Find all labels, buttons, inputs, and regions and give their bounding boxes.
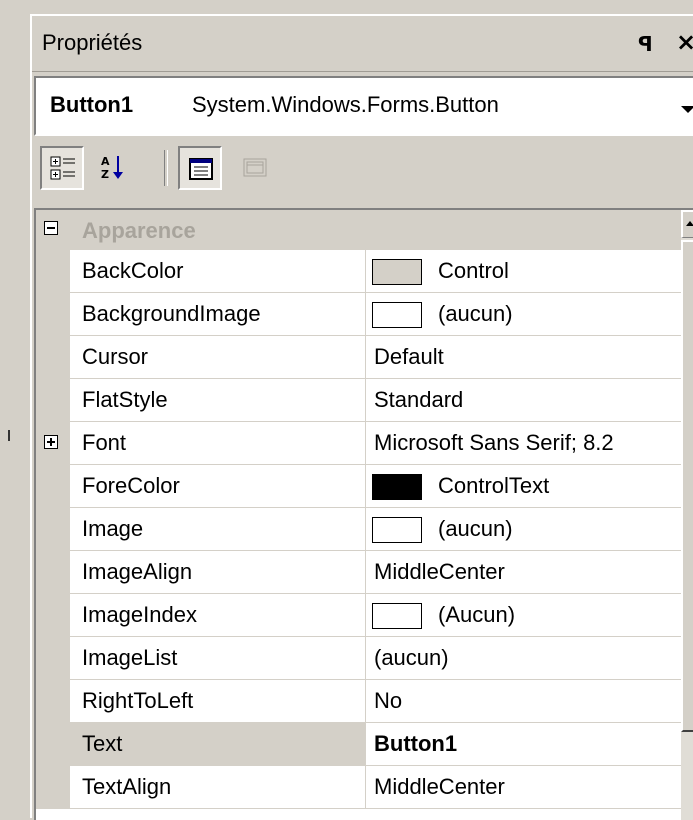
color-swatch xyxy=(372,259,422,285)
property-value-text: ControlText xyxy=(438,473,550,498)
toolbar-separator xyxy=(164,150,168,186)
property-value-text: (aucun) xyxy=(438,516,513,541)
pin-icon[interactable]: ꟼ xyxy=(638,32,653,56)
property-row[interactable]: ImageIndex (Aucun) xyxy=(36,594,693,637)
property-row[interactable]: Cursor Default xyxy=(36,336,693,379)
property-grid: Apparence BackColor Control BackgroundImag… xyxy=(34,208,693,820)
svg-text:A: A xyxy=(101,155,110,168)
row-gutter xyxy=(36,422,70,465)
properties-button[interactable] xyxy=(178,146,222,190)
property-value[interactable]: Button1 xyxy=(366,723,693,765)
row-gutter xyxy=(36,680,70,723)
object-selector[interactable]: Button1 System.Windows.Forms.Button xyxy=(34,76,693,136)
panel-titlebar: Propriétés ꟼ × xyxy=(32,16,693,72)
categorized-button[interactable] xyxy=(40,146,84,190)
property-pages-icon xyxy=(243,158,267,177)
property-name[interactable]: ForeColor xyxy=(70,465,366,507)
property-row[interactable]: BackgroundImage (aucun) xyxy=(36,293,693,336)
row-gutter xyxy=(36,637,70,680)
row-gutter xyxy=(36,465,70,508)
collapse-icon[interactable] xyxy=(44,221,58,235)
color-swatch xyxy=(372,474,422,500)
property-name[interactable]: Image xyxy=(70,508,366,550)
scroll-thumb[interactable] xyxy=(681,240,693,732)
selected-object-name: Button1 xyxy=(50,92,134,117)
property-name[interactable]: Font xyxy=(70,422,366,464)
expand-icon[interactable] xyxy=(44,435,58,449)
property-value[interactable]: Standard xyxy=(366,379,693,421)
vertical-scrollbar[interactable] xyxy=(681,210,693,820)
property-value[interactable]: (aucun) xyxy=(366,293,693,335)
property-name[interactable]: Cursor xyxy=(70,336,366,378)
property-value[interactable]: MiddleCenter xyxy=(366,551,693,593)
property-value-text: Control xyxy=(438,258,509,283)
close-icon[interactable]: × xyxy=(676,28,693,56)
panel-title: Propriétés xyxy=(42,30,143,55)
property-value[interactable]: (aucun) xyxy=(366,637,693,679)
property-name[interactable]: RightToLeft xyxy=(70,680,366,722)
property-value[interactable]: Microsoft Sans Serif; 8.2 xyxy=(366,422,693,464)
category-label: Apparence xyxy=(82,218,196,243)
property-row[interactable]: TextAlign MiddleCenter xyxy=(36,766,693,809)
row-gutter xyxy=(36,508,70,551)
property-name[interactable]: FlatStyle xyxy=(70,379,366,421)
property-name[interactable]: Text xyxy=(70,723,366,765)
property-name[interactable]: ImageAlign xyxy=(70,551,366,593)
property-row[interactable]: ImageAlign MiddleCenter xyxy=(36,551,693,594)
property-value-text: (aucun) xyxy=(438,301,513,326)
color-swatch xyxy=(372,603,422,629)
property-row[interactable]: Font Microsoft Sans Serif; 8.2 xyxy=(36,422,693,465)
property-value[interactable]: (aucun) xyxy=(366,508,693,550)
color-swatch xyxy=(372,517,422,543)
property-row[interactable]: ImageList (aucun) xyxy=(36,637,693,680)
property-name[interactable]: ImageList xyxy=(70,637,366,679)
selected-object-type: System.Windows.Forms.Button xyxy=(192,92,499,117)
property-value[interactable]: (Aucun) xyxy=(366,594,693,636)
row-gutter xyxy=(36,723,70,766)
svg-text:Z: Z xyxy=(101,168,109,180)
chevron-down-icon[interactable] xyxy=(681,106,693,113)
property-value[interactable]: Default xyxy=(366,336,693,378)
property-value[interactable]: MiddleCenter xyxy=(366,766,693,808)
property-pages-button[interactable] xyxy=(234,146,278,190)
alphabetical-button[interactable]: A Z xyxy=(92,146,136,190)
row-gutter xyxy=(36,336,70,379)
categorized-icon xyxy=(50,156,75,180)
property-toolbar: A Z xyxy=(32,140,693,204)
row-gutter xyxy=(36,293,70,336)
row-gutter xyxy=(36,594,70,637)
property-row[interactable]: Text Button1 xyxy=(36,723,693,766)
alphabetical-icon: A Z xyxy=(101,155,123,180)
row-gutter xyxy=(36,551,70,594)
property-name[interactable]: BackColor xyxy=(70,250,366,292)
color-swatch xyxy=(372,302,422,328)
property-name[interactable]: BackgroundImage xyxy=(70,293,366,335)
property-name[interactable]: ImageIndex xyxy=(70,594,366,636)
property-value-text: (Aucun) xyxy=(438,602,516,627)
properties-panel: Propriétés ꟼ × Button1 System.Windows.Fo… xyxy=(30,14,693,820)
stray-mark xyxy=(8,430,10,441)
scroll-up-icon[interactable] xyxy=(681,210,693,238)
property-row[interactable]: BackColor Control xyxy=(36,250,693,293)
row-gutter xyxy=(36,250,70,293)
property-row[interactable]: RightToLeft No xyxy=(36,680,693,723)
property-name[interactable]: TextAlign xyxy=(70,766,366,808)
property-row[interactable]: FlatStyle Standard xyxy=(36,379,693,422)
property-value[interactable]: Control xyxy=(366,250,693,292)
property-value[interactable]: ControlText xyxy=(366,465,693,507)
category-row[interactable]: Apparence xyxy=(36,210,693,250)
property-row[interactable]: ForeColor ControlText xyxy=(36,465,693,508)
row-gutter xyxy=(36,766,70,809)
property-row[interactable]: Image (aucun) xyxy=(36,508,693,551)
property-value[interactable]: No xyxy=(366,680,693,722)
properties-icon xyxy=(189,158,213,180)
row-gutter xyxy=(36,379,70,422)
